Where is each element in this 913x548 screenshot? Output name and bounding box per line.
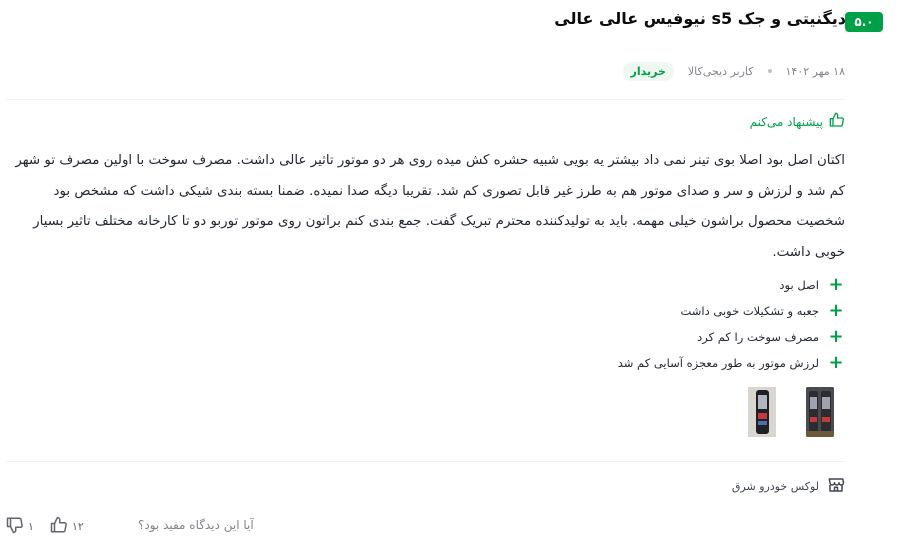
pros-list: + اصل بود + جعبه و تشکیلات خوبی داشت + م… (618, 272, 845, 376)
pro-item: + اصل بود (618, 272, 845, 298)
recommend-label: پیشنهاد می‌کنم (749, 114, 823, 129)
pro-item: + لرزش موتور به طور معجزه آسایی کم شد (618, 350, 845, 376)
score-badge: ۵.۰ (845, 12, 883, 32)
separator-dot (767, 69, 772, 73)
recommend-indicator: پیشنهاد می‌کنم (750, 112, 845, 131)
review-author: کاربر دیجی‌کالا (687, 64, 754, 78)
review-body: اکتان اصل بود اصلا بوی تینر نمی داد بیشت… (15, 153, 845, 260)
pro-text: اصل بود (779, 278, 819, 292)
thumb-up-icon (829, 112, 845, 131)
divider (6, 461, 845, 462)
thumb-up-icon (50, 516, 68, 537)
review-date: ۱۸ مهر ۱۴۰۲ (785, 64, 846, 78)
helpful-question: آیا این دیدگاه مفید بود؟ (138, 518, 254, 532)
plus-icon: + (828, 300, 844, 321)
pro-text: مصرف سوخت را کم کرد (697, 330, 819, 344)
dislike-button[interactable]: ۱ (6, 516, 34, 537)
dislike-count: ۱ (28, 520, 34, 533)
review-photo-thumbnail[interactable] (748, 387, 776, 437)
seller-name: لوکس خودرو شرق (731, 480, 819, 493)
plus-icon: + (828, 274, 844, 295)
buyer-badge: خریدار (622, 61, 674, 81)
pro-item: + مصرف سوخت را کم کرد (618, 324, 845, 350)
like-button[interactable]: ۱۲ (50, 516, 84, 537)
review-title: دیگنیتی و جک s5 نیوفیس عالی عالی (554, 9, 846, 28)
review-photo-thumbnail[interactable] (806, 387, 834, 437)
seller-info: لوکس خودرو شرق (732, 476, 845, 497)
like-count: ۱۲ (72, 520, 84, 533)
plus-icon: + (828, 326, 844, 347)
plus-icon: + (828, 352, 844, 373)
review-meta: ۱۸ مهر ۱۴۰۲ کاربر دیجی‌کالا خریدار (622, 60, 846, 82)
store-icon (827, 476, 845, 497)
thumb-down-icon (6, 516, 24, 537)
divider (6, 99, 845, 100)
pro-item: + جعبه و تشکیلات خوبی داشت (618, 298, 845, 324)
pro-text: جعبه و تشکیلات خوبی داشت (680, 304, 819, 318)
pro-text: لرزش موتور به طور معجزه آسایی کم شد (617, 356, 819, 370)
